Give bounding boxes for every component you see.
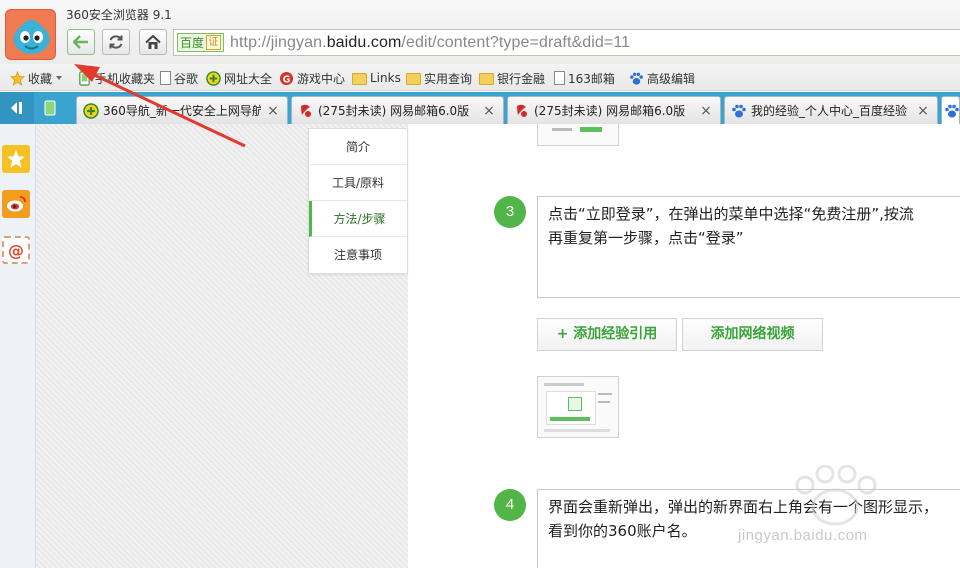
tab-netease-mail-2[interactable]: (275封未读) 网易邮箱6.0版 × bbox=[507, 96, 721, 124]
bookmark-label: 163邮箱 bbox=[568, 71, 615, 86]
mail-sidebar-button[interactable]: @ bbox=[2, 236, 30, 264]
step-image-thumbnail[interactable] bbox=[537, 376, 619, 438]
bookmark-label: 收藏 bbox=[28, 71, 53, 86]
svg-text:G: G bbox=[283, 74, 291, 85]
mobile-button[interactable] bbox=[35, 92, 65, 124]
browser-logo[interactable] bbox=[5, 9, 56, 60]
bookmark-label: 高级编辑 bbox=[647, 71, 696, 86]
url-text[interactable]: http://jingyan.baidu.com/edit/content?ty… bbox=[230, 34, 630, 52]
left-sidebar: @ bbox=[0, 124, 36, 568]
add-reference-button[interactable]: + 添加经验引用 bbox=[537, 318, 677, 351]
folder-icon bbox=[406, 73, 421, 85]
step-image-thumbnail[interactable] bbox=[537, 124, 619, 146]
weibo-icon bbox=[7, 196, 26, 212]
certificate-badge[interactable]: 百度 证 bbox=[177, 33, 225, 52]
bookmark-url-directory[interactable]: 网址大全 bbox=[206, 69, 272, 87]
baidu-paw-icon bbox=[945, 104, 959, 117]
title-bar: 360安全浏览器 9.1 百度 证 http://jingyan.baidu.c… bbox=[0, 0, 960, 64]
tab-360-navigation[interactable]: 360导航_新一代安全上网导航 × bbox=[76, 96, 288, 124]
close-icon[interactable]: × bbox=[915, 103, 931, 119]
360-icon bbox=[83, 102, 99, 119]
url-prefix: http://jingyan. bbox=[230, 33, 327, 51]
url-suffix: /edit/content?type=draft&did=11 bbox=[401, 33, 631, 51]
refresh-button[interactable] bbox=[102, 29, 130, 55]
tab-baidu-experience[interactable]: 我的经验_个人中心_百度经验 × bbox=[724, 96, 938, 124]
tab-netease-mail-1[interactable]: (275封未读) 网易邮箱6.0版 × bbox=[291, 96, 504, 124]
bookmark-label: Links bbox=[370, 71, 401, 85]
step-number-badge: 4 bbox=[494, 489, 526, 521]
step-text-line: 再重复第一步骤，点击“登录” bbox=[548, 229, 744, 247]
bookmarks-bar: 收藏 手机收藏夹 谷歌 网址大全 G 游戏中心 Links 实用查询 银行金融 … bbox=[0, 64, 960, 91]
bookmark-folder-links[interactable]: Links bbox=[352, 69, 401, 87]
bookmark-google[interactable]: 谷歌 bbox=[160, 69, 198, 87]
cert-label: 百度 bbox=[180, 36, 205, 50]
outline-item-notes[interactable]: 注意事项 bbox=[309, 237, 407, 273]
sidebar-toggle-button[interactable] bbox=[0, 92, 34, 124]
back-button[interactable] bbox=[67, 29, 95, 55]
outline-item-intro[interactable]: 简介 bbox=[309, 129, 407, 165]
at-mail-icon: @ bbox=[8, 240, 24, 260]
bookmark-favorites[interactable]: 收藏 bbox=[10, 69, 63, 87]
address-bar[interactable]: 百度 证 http://jingyan.baidu.com/edit/conte… bbox=[173, 29, 960, 56]
tab-label: 我的经验_个人中心_百度经验 bbox=[751, 104, 908, 118]
folder-icon bbox=[479, 73, 494, 85]
certificate-icon: 证 bbox=[206, 35, 222, 50]
step-number-badge: 3 bbox=[494, 196, 526, 228]
baidu-paw-icon bbox=[630, 72, 643, 85]
tab-label: 360导航_新一代安全上网导航 bbox=[103, 104, 261, 118]
game-center-icon: G bbox=[279, 71, 294, 85]
close-icon[interactable]: × bbox=[481, 103, 497, 119]
outline-item-tools[interactable]: 工具/原料 bbox=[309, 165, 407, 201]
bookmark-label: 谷歌 bbox=[174, 71, 199, 86]
step-text-line: 界面会重新弹出，弹出的新界面右上角会有一个图形显示， bbox=[548, 498, 939, 516]
page-icon bbox=[554, 71, 565, 85]
folder-icon bbox=[352, 73, 367, 85]
home-button[interactable] bbox=[139, 29, 167, 55]
bookmark-game-center[interactable]: G 游戏中心 bbox=[279, 69, 345, 87]
bookmark-label: 银行金融 bbox=[497, 71, 546, 86]
bookmark-folder-queries[interactable]: 实用查询 bbox=[406, 69, 472, 87]
phone-bookmark-icon bbox=[79, 70, 90, 86]
weibo-sidebar-button[interactable] bbox=[2, 190, 30, 218]
section-outline: 简介 工具/原料 方法/步骤 注意事项 bbox=[308, 128, 408, 274]
close-icon[interactable]: × bbox=[698, 103, 714, 119]
360-icon bbox=[206, 70, 221, 86]
tab-label: (275封未读) 网易邮箱6.0版 bbox=[318, 104, 470, 118]
close-icon[interactable]: × bbox=[265, 103, 281, 119]
page-icon bbox=[160, 71, 171, 85]
bookmark-advanced-edit[interactable]: 高级编辑 bbox=[629, 69, 695, 87]
favorites-sidebar-button[interactable] bbox=[2, 145, 30, 173]
bookmark-label: 手机收藏夹 bbox=[95, 71, 156, 86]
window-title: 360安全浏览器 9.1 bbox=[66, 8, 172, 22]
step-text-editor[interactable]: 点击“立即登录”，在弹出的菜单中选择“免费注册”,按流 再重复第一步骤，点击“登… bbox=[537, 196, 960, 298]
watermark-text: jingyan.baidu.com bbox=[738, 527, 868, 544]
bookmark-label: 游戏中心 bbox=[297, 71, 346, 86]
tab-label: (275封未读) 网易邮箱6.0版 bbox=[534, 104, 686, 118]
tab-active-editor[interactable] bbox=[941, 96, 960, 124]
add-video-button[interactable]: 添加网络视频 bbox=[682, 318, 823, 351]
outline-item-steps[interactable]: 方法/步骤 bbox=[309, 201, 407, 237]
chevron-down-icon[interactable] bbox=[56, 76, 63, 80]
phone-icon bbox=[44, 100, 56, 116]
360-mascot-icon bbox=[13, 20, 50, 54]
url-host: baidu.com bbox=[326, 33, 402, 51]
bookmark-label: 实用查询 bbox=[424, 71, 473, 86]
collapse-arrow-icon bbox=[11, 102, 22, 114]
star-icon bbox=[7, 150, 25, 168]
netease-mail-icon bbox=[517, 104, 527, 117]
back-arrow-icon bbox=[73, 35, 88, 49]
step-text-line: 点击“立即登录”，在弹出的菜单中选择“免费注册”,按流 bbox=[548, 205, 914, 223]
bookmark-163-mail[interactable]: 163邮箱 bbox=[554, 69, 615, 87]
bookmark-folder-banking[interactable]: 银行金融 bbox=[479, 69, 545, 87]
bookmark-label: 网址大全 bbox=[224, 71, 273, 86]
bookmark-phone-favorites[interactable]: 手机收藏夹 bbox=[77, 69, 155, 87]
home-icon bbox=[145, 34, 161, 49]
baidu-paw-icon bbox=[732, 104, 746, 117]
netease-mail-icon bbox=[301, 104, 311, 117]
star-icon bbox=[10, 70, 25, 86]
tab-bar: 360导航_新一代安全上网导航 × (275封未读) 网易邮箱6.0版 × (2… bbox=[0, 92, 960, 124]
refresh-icon bbox=[109, 35, 123, 49]
